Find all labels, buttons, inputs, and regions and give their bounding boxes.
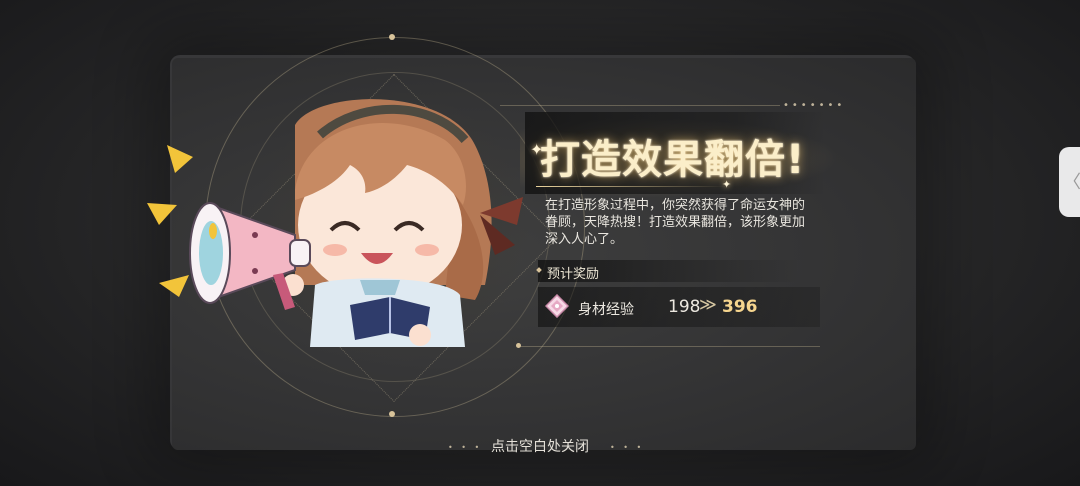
close-hint-dots-right: • • • bbox=[610, 443, 645, 452]
shout-triangle-icon bbox=[167, 145, 193, 173]
decor-dot-top bbox=[389, 34, 395, 40]
reward-header: 预计奖励 bbox=[547, 267, 600, 282]
event-description: 在打造形象过程中，你突然获得了命运女神的眷顾，天降热搜！打造效果翻倍，该形象更加… bbox=[545, 198, 806, 247]
bottom-divider bbox=[520, 346, 820, 347]
close-hint: 点击空白处关闭 bbox=[491, 439, 589, 455]
decor-dot-bottom bbox=[389, 411, 395, 417]
reward-new-value: 396 bbox=[722, 297, 758, 317]
shout-triangle-icon bbox=[159, 275, 189, 297]
chibi-mascot-with-megaphone bbox=[147, 99, 523, 347]
body-exp-diamond-icon bbox=[545, 294, 569, 318]
shout-triangle-icon bbox=[147, 203, 177, 225]
popup-title: 打造效果翻倍! bbox=[540, 137, 806, 183]
title-underline bbox=[536, 186, 726, 187]
top-dots-decor: ••••••• bbox=[783, 100, 846, 111]
chevron-left-icon[interactable]: 〈 bbox=[1063, 168, 1080, 194]
reward-old-value: 198 bbox=[668, 297, 701, 317]
reward-label: 身材经验 bbox=[578, 302, 634, 318]
top-divider bbox=[500, 105, 780, 106]
double-chevron-right-icon: ≫ bbox=[699, 295, 717, 315]
